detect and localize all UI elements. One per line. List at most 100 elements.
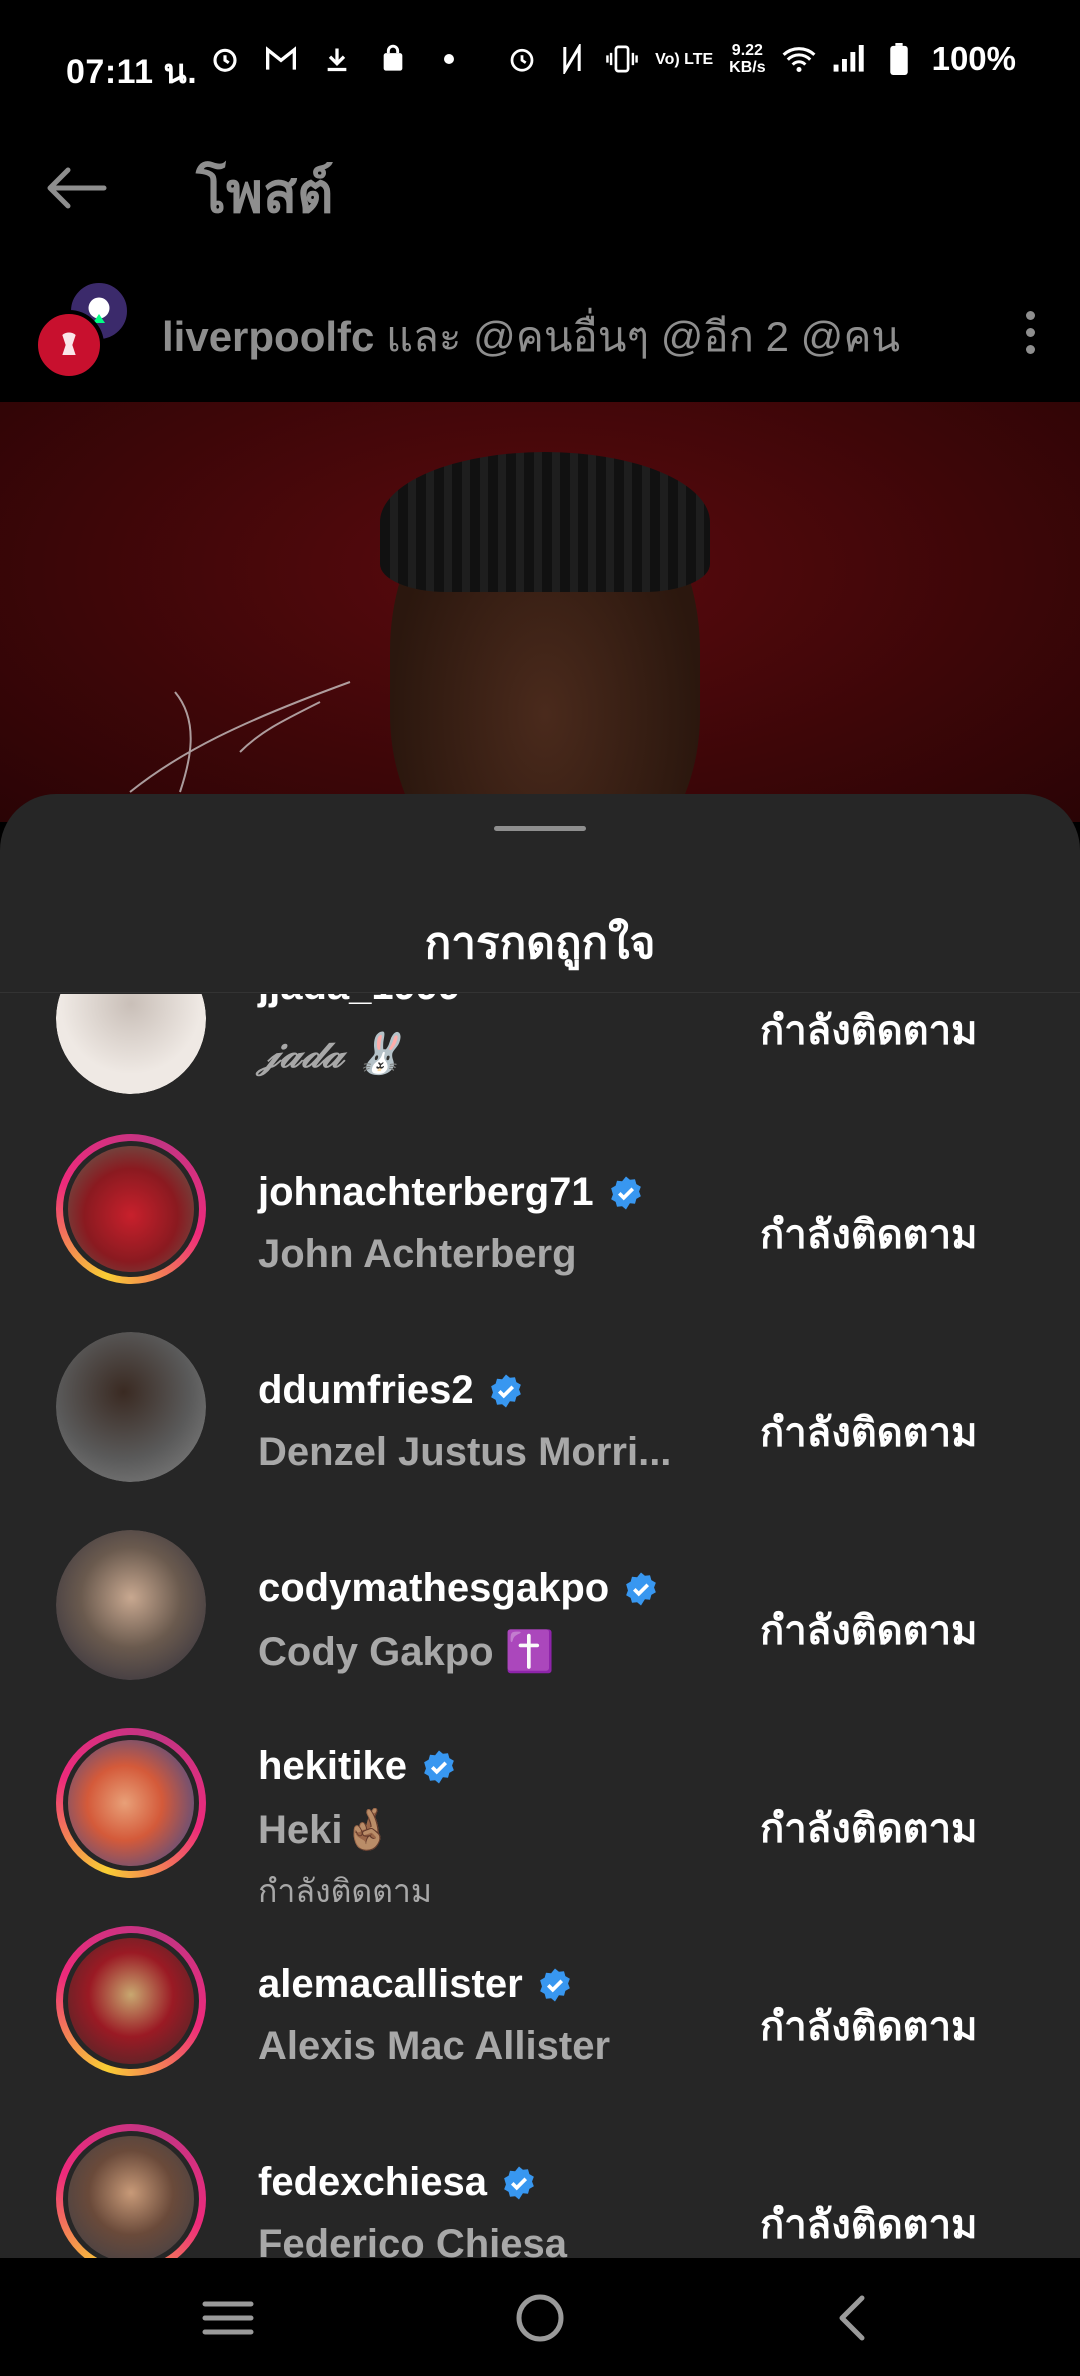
username[interactable]: codymathesgakpo [258, 1566, 659, 1611]
network-speed-unit: KB/s [729, 59, 766, 76]
full-name: 𝒿𝒶𝒹𝒶 🐰 [258, 1032, 405, 1076]
verified-badge-icon [424, 1750, 454, 1783]
list-item[interactable]: codymathesgakpo Cody Gakpo ✝️ กำลังติดตา… [0, 1514, 1080, 1712]
avatar-image [56, 1530, 206, 1680]
alarm-icon [208, 42, 242, 76]
likes-bottom-sheet: การกดถูกใจ jjada_1999 𝒿𝒶𝒹𝒶 🐰 กำลังติดตาม… [0, 794, 1080, 2258]
back-button[interactable] [40, 158, 112, 218]
sheet-divider [0, 992, 1080, 993]
list-item[interactable]: ddumfries2 Denzel Justus Morri... กำลังต… [0, 1316, 1080, 1514]
network-speed: 9.22 KB/s [729, 42, 765, 76]
alarm-icon [505, 42, 539, 76]
username[interactable]: alemacallister [258, 1962, 573, 2007]
post-authors[interactable]: liverpoolfc และ @คนอื่นๆ @อีก 2 @คน [162, 304, 900, 370]
shopping-bag-icon [376, 42, 410, 76]
player-hair [380, 452, 710, 592]
full-name: Cody Gakpo ✝️ [258, 1630, 555, 1674]
following-button[interactable]: กำลังติดตาม [760, 1400, 1020, 1464]
verified-badge-icon [490, 1374, 521, 1407]
volte-label: Vo) LTE [655, 50, 714, 68]
network-speed-value: 9.22 [731, 42, 763, 59]
list-item[interactable]: fedexchiesa Federico Chiesa กำลังติดตาม [0, 2108, 1080, 2258]
system-nav-bar [0, 2258, 1080, 2376]
username-text: hekitike [258, 1744, 407, 1788]
full-name: Denzel Justus Morri... [258, 1430, 672, 1474]
list-item[interactable]: johnachterberg71 John Achterberg กำลังติ… [0, 1118, 1080, 1316]
notification-icons [208, 42, 466, 76]
verified-badge-icon [539, 1968, 570, 2001]
menu-icon [202, 2301, 254, 2335]
username-text: fedexchiesa [258, 2160, 488, 2204]
following-button[interactable]: กำลังติดตาม [760, 998, 1020, 1062]
status-bar: 07:11 น. Vo) LTE 9.22 KB/s 100% [0, 0, 1080, 120]
avatar-image [56, 1332, 206, 1482]
avatar-image [56, 994, 206, 1094]
following-button[interactable]: กำลังติดตาม [760, 2192, 1020, 2256]
list-item[interactable]: hekitike Heki🤞🏽 กำลังติดตาม กำลังติดตาม [0, 1712, 1080, 1910]
sheet-title: การกดถูกใจ [424, 919, 656, 968]
liverbird-crest-icon [62, 332, 76, 355]
battery-icon [882, 42, 916, 76]
status-time: 07:11 น. [66, 53, 198, 91]
avatar[interactable] [56, 994, 206, 1094]
author-username[interactable]: liverpoolfc [162, 313, 374, 360]
home-circle-icon [516, 2294, 564, 2342]
list-item[interactable]: jjada_1999 𝒿𝒶𝒹𝒶 🐰 กำลังติดตาม [0, 994, 1080, 1118]
username[interactable]: johnachterberg71 [258, 1170, 644, 1215]
following-button[interactable]: กำลังติดตาม [760, 1598, 1020, 1662]
system-icons: Vo) LTE 9.22 KB/s 100% [505, 40, 1016, 78]
avatar[interactable] [56, 1332, 206, 1482]
following-button[interactable]: กำลังติดตาม [760, 1994, 1020, 2058]
following-button[interactable]: กำลังติดตาม [760, 1796, 1020, 1860]
avatar[interactable] [56, 1728, 206, 1878]
home-button[interactable] [500, 2288, 580, 2348]
recent-apps-button[interactable] [188, 2288, 268, 2348]
sheet-drag-handle[interactable] [494, 826, 586, 831]
more-dot-icon [1025, 344, 1035, 354]
username[interactable]: jjada_1999 [258, 994, 460, 1009]
chevron-left-icon [839, 2295, 865, 2341]
signature-graphic [129, 681, 351, 793]
full-name: Federico Chiesa [258, 2222, 568, 2258]
avatar-image [63, 1735, 199, 1871]
avatar[interactable] [56, 1134, 206, 1284]
signal-icon [832, 42, 866, 76]
download-icon [320, 42, 354, 76]
vibrate-icon [605, 42, 639, 76]
username-text: ddumfries2 [258, 1368, 474, 1412]
full-name: John Achterberg [258, 1232, 577, 1276]
gmail-icon [264, 42, 298, 76]
page-header: โพสต์ [0, 120, 1080, 250]
system-back-button[interactable] [812, 2288, 892, 2348]
more-dot-icon [1025, 327, 1035, 337]
author-avatars[interactable] [34, 280, 144, 380]
liverpool-avatar [34, 310, 104, 380]
full-name: Alexis Mac Allister [258, 2024, 611, 2068]
full-name: Heki🤞🏽 [258, 1808, 393, 1852]
co-authors-text: และ @คนอื่นๆ @อีก 2 @คน [374, 313, 901, 360]
avatar[interactable] [56, 2124, 206, 2258]
post-author-row: liverpoolfc และ @คนอื่นๆ @อีก 2 @คน [0, 262, 1080, 402]
arrow-left-icon [47, 167, 107, 209]
avatar-image [63, 1933, 199, 2069]
more-dot-icon [1025, 310, 1035, 320]
following-button[interactable]: กำลังติดตาม [760, 1202, 1020, 1266]
verified-badge-icon [626, 1572, 657, 1605]
verified-badge-icon [504, 2166, 534, 2199]
post-image[interactable] [0, 402, 1080, 822]
username[interactable]: hekitike [258, 1744, 457, 1789]
username-text: johnachterberg71 [258, 1170, 594, 1214]
username-text: codymathesgakpo [258, 1566, 610, 1610]
likes-list[interactable]: jjada_1999 𝒿𝒶𝒹𝒶 🐰 กำลังติดตาม johnachter… [0, 994, 1080, 2258]
avatar[interactable] [56, 1530, 206, 1680]
username[interactable]: fedexchiesa [258, 2160, 537, 2205]
username[interactable]: ddumfries2 [258, 1368, 524, 1413]
username-text: alemacallister [258, 1962, 523, 2006]
more-options-button[interactable] [1010, 302, 1050, 362]
page-title: โพสต์ [196, 161, 334, 224]
nfc-icon [555, 42, 589, 76]
avatar[interactable] [56, 1926, 206, 2076]
username-text: jjada_1999 [258, 994, 460, 1009]
list-item[interactable]: alemacallister Alexis Mac Allister กำลัง… [0, 1910, 1080, 2108]
verified-badge-icon [610, 1176, 641, 1209]
